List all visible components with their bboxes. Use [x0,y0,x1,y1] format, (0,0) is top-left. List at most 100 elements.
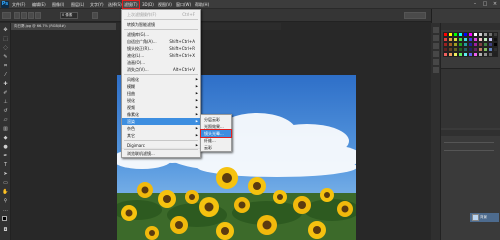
eraser-tool-icon[interactable]: ▱ [2,117,9,123]
menu-view[interactable]: 视图(V) [157,1,173,8]
feather-input[interactable]: 0 像素 [60,12,78,19]
swatches-grid [443,32,498,62]
hand-tool-icon[interactable]: ✋ [2,189,9,195]
menu-layer[interactable]: 图层(L) [70,1,85,8]
submenu-item-fibers[interactable]: 纤维... [201,137,231,144]
menu-item-smart-filter[interactable]: 转换为智能滤镜 [122,21,200,28]
menu-item-digimarc[interactable]: Digimarc ▶ [122,142,200,149]
layers-blend-mode[interactable] [444,142,494,143]
menu-bar: Ps 文件(F) 编辑(E) 图像(I) 图层(L) 文字(Y) 选择(S) 滤… [0,0,500,9]
menu-item-oil-paint[interactable]: 油画(O)... [122,59,200,66]
menu-item-blur[interactable]: 模糊 ▶ [122,83,200,90]
submenu-arrow-icon: ▶ [195,112,198,116]
restore-button[interactable]: □ [482,1,488,8]
tool-preset-picker[interactable] [2,12,11,19]
menu-image[interactable]: 图像(I) [51,1,65,8]
menu-separator [124,19,198,20]
document-tab[interactable]: 向日葵.jpg @ 66.7% (RGB/8#) [11,23,116,30]
filter-menu: 上次滤镜操作(F) Ctrl+F 转换为智能滤镜 滤镜库(G)... 自适应广角(… [121,9,201,150]
submenu-item-lighting-effects[interactable]: 光照效果... [201,123,231,130]
menu-item-other[interactable]: 其它 ▶ [122,132,200,139]
submenu-item-clouds[interactable]: 云彩 [201,144,231,151]
move-tool-icon[interactable]: ✥ [2,27,9,33]
quick-mask-icon[interactable]: ◘ [2,227,9,233]
menu-item-pixelate[interactable]: 像素化 ▶ [122,111,200,118]
menu-file[interactable]: 文件(F) [11,1,26,8]
type-tool-icon[interactable]: T [2,162,9,168]
crop-tool-icon[interactable]: ⌗ [2,63,9,69]
menu-item-label: 自适应广角(A)... [127,39,157,44]
properties-panel-icon[interactable] [433,35,439,41]
foreground-color-swatch[interactable] [2,216,7,221]
menu-item-noise[interactable]: 杂色 ▶ [122,125,200,132]
new-selection-icon[interactable] [14,12,20,19]
submenu-arrow-icon: ▶ [195,143,198,147]
menu-item-liquify[interactable]: 液化(L)... Shift+Ctrl+X [122,52,200,59]
subtract-selection-icon[interactable] [28,12,34,19]
brush-tool-icon[interactable]: ✐ [2,90,9,96]
menu-item-adaptive-wide-angle[interactable]: 自适应广角(A)... Shift+Ctrl+A [122,38,200,45]
history-panel-icon[interactable] [433,27,439,33]
layers-lock-row [444,150,494,151]
menu-item-distort[interactable]: 扭曲 ▶ [122,90,200,97]
pen-tool-icon[interactable]: ✒ [2,153,9,159]
menu-type[interactable]: 文字(Y) [89,1,105,8]
swatches-panel-header[interactable] [441,23,500,30]
brush-panel-icon[interactable] [433,51,439,57]
adjustments-panel [441,68,500,128]
menu-item-last-filter[interactable]: 上次滤镜操作(F) Ctrl+F [122,11,200,18]
intersect-selection-icon[interactable] [35,12,41,19]
layer-thumbnail [472,214,479,221]
clone-stamp-tool-icon[interactable]: ⊥ [2,99,9,105]
menu-select[interactable]: 选择(S) [107,1,123,8]
workspace-switcher[interactable] [404,12,426,19]
menu-window[interactable]: 窗口(W) [175,1,192,8]
menu-item-lens-correction[interactable]: 镜头校正(R)... Shift+Ctrl+R [122,45,200,52]
menu-item-sharpen[interactable]: 锐化 ▶ [122,97,200,104]
anti-alias-checkbox[interactable] [92,12,98,19]
layers-panel-header[interactable] [441,130,500,136]
paragraph-panel-icon[interactable] [433,67,439,73]
menu-item-label: 杂色 [127,126,135,131]
menu-item-stylize[interactable]: 风格化 ▶ [122,76,200,83]
menu-item-label: 渲染 [127,119,135,124]
menu-item-render[interactable]: 渲染 ▶ [122,118,200,125]
dodge-tool-icon[interactable]: ● [2,144,9,150]
submenu-item-lens-flare[interactable]: 镜头光晕... [200,129,232,138]
close-button[interactable]: × [492,1,498,8]
menu-filter[interactable]: 滤镜(T) [122,0,140,9]
shape-tool-icon[interactable]: ▭ [2,180,9,186]
menu-item-label: 油画(O)... [127,60,146,65]
menu-separator [124,29,198,30]
info-panel-icon[interactable] [433,43,439,49]
character-panel-icon[interactable] [433,59,439,65]
menu-item-video[interactable]: 视频 ▶ [122,104,200,111]
menu-edit[interactable]: 编辑(E) [31,1,47,8]
add-selection-icon[interactable] [21,12,27,19]
menu-3d[interactable]: 3D(D) [141,1,155,8]
zoom-tool-icon[interactable]: ⚲ [2,198,9,204]
menu-help[interactable]: 帮助(H) [194,1,210,8]
menu-item-shortcut: Shift+Ctrl+A [169,39,195,44]
eyedropper-tool-icon[interactable]: ⁄ [2,72,9,78]
menu-item-vanishing-point[interactable]: 消失点(V)... Alt+Ctrl+V [122,66,200,73]
menu-item-label: 模糊 [127,84,135,89]
path-selection-tool-icon[interactable]: ➤ [2,171,9,177]
lasso-tool-icon[interactable]: ◌ [2,45,9,51]
submenu-item-difference-clouds[interactable]: 分层云彩 [201,116,231,123]
menu-item-label: 消失点(V)... [127,67,149,72]
more-tools-icon[interactable]: … [2,207,9,213]
quick-select-tool-icon[interactable]: ✎ [2,54,9,60]
history-brush-tool-icon[interactable]: ↺ [2,108,9,114]
blur-tool-icon[interactable]: ◆ [2,135,9,141]
filter-menu-footer: 浏览联机滤镜... [121,149,201,158]
menu-item-browse-online[interactable]: 浏览联机滤镜... [122,150,200,157]
minimize-button[interactable]: – [472,1,478,8]
gradient-tool-icon[interactable]: ▥ [2,126,9,132]
menu-item-filter-gallery[interactable]: 滤镜库(G)... [122,31,200,38]
submenu-arrow-icon: ▶ [195,119,198,123]
color-swatch[interactable] [493,52,498,57]
healing-brush-tool-icon[interactable]: ✚ [2,81,9,87]
menu-item-label: 视频 [127,105,135,110]
marquee-tool-icon[interactable]: ⬚ [2,36,9,42]
